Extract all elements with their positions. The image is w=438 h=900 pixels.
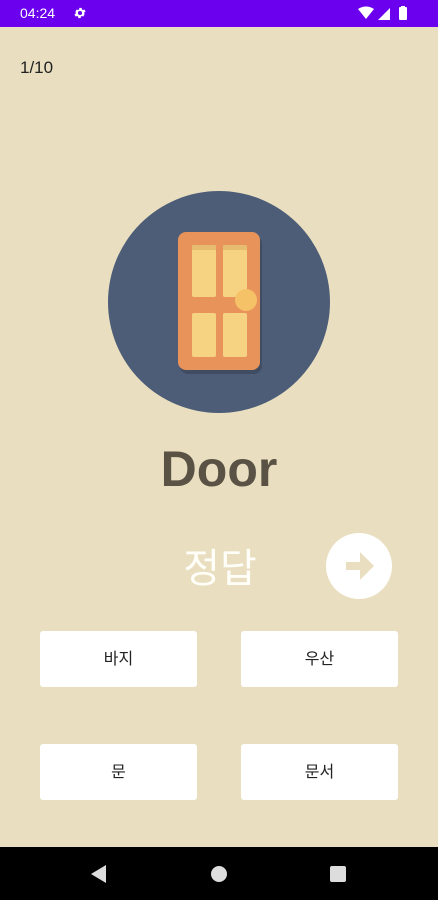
answer-option-4[interactable]: 문서 bbox=[241, 744, 398, 800]
answer-option-1[interactable]: 바지 bbox=[40, 631, 197, 687]
answer-label: 정답 bbox=[183, 546, 257, 592]
question-progress: 1/10 bbox=[20, 58, 54, 77]
settings-gear-icon bbox=[74, 7, 86, 19]
wifi-icon bbox=[358, 6, 374, 19]
battery-icon bbox=[399, 7, 407, 20]
answer-option-3[interactable]: 문 bbox=[40, 744, 197, 800]
arrow-right-icon bbox=[346, 552, 374, 580]
back-triangle-icon[interactable] bbox=[90, 864, 108, 884]
navigation-bar bbox=[0, 847, 438, 900]
answer-option-2[interactable]: 우산 bbox=[241, 631, 398, 687]
signal-icon bbox=[378, 8, 390, 20]
status-bar: 04:24 bbox=[0, 0, 438, 27]
home-circle-icon[interactable] bbox=[211, 866, 227, 882]
quiz-image-circle bbox=[108, 191, 330, 413]
door-icon bbox=[178, 232, 262, 374]
status-icons bbox=[358, 6, 407, 20]
quiz-word: Door bbox=[160, 441, 278, 497]
status-time: 04:24 bbox=[20, 5, 56, 21]
next-button[interactable] bbox=[326, 533, 392, 599]
recents-square-icon[interactable] bbox=[330, 866, 346, 882]
